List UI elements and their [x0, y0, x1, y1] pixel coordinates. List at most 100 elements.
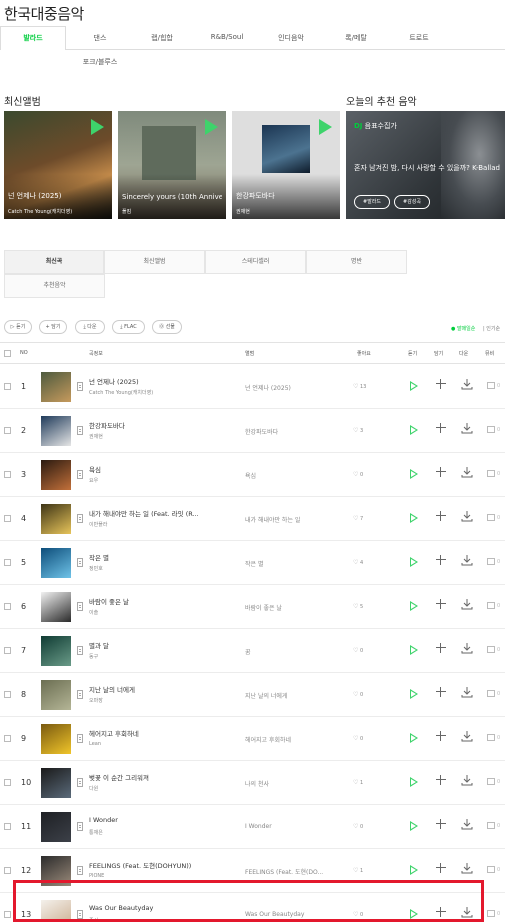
play-icon[interactable] — [319, 119, 332, 135]
download-icon[interactable] — [461, 554, 473, 566]
song-title[interactable]: FEELINGS (Feat. 도현(DOHYUN)) — [89, 860, 224, 870]
like-button[interactable]: ♡ 0 — [353, 471, 363, 478]
like-button[interactable]: ♡ 0 — [353, 735, 363, 742]
add-icon[interactable] — [436, 379, 446, 389]
add-icon[interactable] — [436, 643, 446, 653]
song-album[interactable]: 지난 날의 너에게 — [245, 691, 345, 700]
download-all-button[interactable]: ⤓ 다운 — [75, 320, 105, 334]
download-icon[interactable] — [461, 378, 473, 390]
play-icon[interactable] — [410, 821, 418, 831]
play-icon[interactable] — [410, 865, 418, 875]
song-artist[interactable]: Catch The Young(캐치더영) — [89, 389, 153, 396]
song-info-icon[interactable] — [77, 866, 83, 875]
album-card[interactable]: Sincerely yours (10th Anniver... 폴킴 — [118, 111, 226, 219]
add-icon[interactable] — [436, 863, 446, 873]
song-info-icon[interactable] — [77, 558, 83, 567]
song-artist[interactable]: 이반플라 — [89, 521, 107, 528]
row-checkbox[interactable] — [4, 911, 11, 918]
genre-tab-rnb[interactable]: R&B/Soul — [194, 33, 260, 41]
song-info-icon[interactable] — [77, 690, 83, 699]
download-icon[interactable] — [461, 774, 473, 786]
like-button[interactable]: ♡ 4 — [353, 559, 363, 566]
song-album-art[interactable] — [41, 416, 71, 446]
play-icon[interactable] — [410, 557, 418, 567]
like-button[interactable]: ♡ 3 — [353, 427, 363, 434]
song-info-icon[interactable] — [77, 602, 83, 611]
row-checkbox[interactable] — [4, 603, 11, 610]
mv-icon[interactable] — [487, 646, 495, 653]
song-info-icon[interactable] — [77, 734, 83, 743]
like-button[interactable]: ♡ 7 — [353, 515, 363, 522]
song-album[interactable]: 작은 별 — [245, 559, 345, 568]
song-title[interactable]: 별과 달 — [89, 640, 224, 650]
song-album-art[interactable] — [41, 460, 71, 490]
song-info-icon[interactable] — [77, 778, 83, 787]
song-title[interactable]: I Wonder — [89, 816, 224, 824]
mv-icon[interactable] — [487, 382, 495, 389]
song-artist[interactable]: 동구 — [89, 653, 98, 660]
mv-icon[interactable] — [487, 470, 495, 477]
row-checkbox[interactable] — [4, 471, 11, 478]
song-artist[interactable]: 요우 — [89, 477, 98, 484]
play-all-button[interactable]: ▷ 듣기 — [4, 320, 32, 334]
song-album-art[interactable] — [41, 812, 71, 842]
song-info-icon[interactable] — [77, 470, 83, 479]
play-icon[interactable] — [410, 733, 418, 743]
add-icon[interactable] — [436, 819, 446, 829]
play-icon[interactable] — [91, 119, 104, 135]
play-icon[interactable] — [410, 425, 418, 435]
recommend-card[interactable]: DJ 음표수집가 혼자 남겨진 밤, 다시 사랑할 수 있을까? K-Balla… — [346, 111, 505, 219]
add-icon[interactable] — [436, 599, 446, 609]
sub-tab-recommend[interactable]: 추천음악 — [4, 274, 105, 298]
song-album[interactable]: 한강파도바다 — [245, 427, 345, 436]
song-artist[interactable]: Lean — [89, 741, 101, 747]
row-checkbox[interactable] — [4, 779, 11, 786]
mv-icon[interactable] — [487, 778, 495, 785]
song-album[interactable]: 바람이 좋은 날 — [245, 603, 345, 612]
play-icon[interactable] — [205, 119, 218, 135]
song-title[interactable]: 지난 날의 너에게 — [89, 684, 224, 694]
album-card[interactable]: 넌 언제나 (2025) Catch The Young(캐치더영) — [4, 111, 112, 219]
song-album-art[interactable] — [41, 372, 71, 402]
download-icon[interactable] — [461, 818, 473, 830]
select-all-checkbox[interactable] — [4, 350, 11, 357]
add-icon[interactable] — [436, 731, 446, 741]
song-title[interactable]: 작은 별 — [89, 552, 224, 562]
like-button[interactable]: ♡ 1 — [353, 779, 363, 786]
row-checkbox[interactable] — [4, 559, 11, 566]
genre-tab-indie[interactable]: 인디음악 — [258, 33, 324, 43]
song-album[interactable]: 꿈 — [245, 647, 345, 656]
mv-icon[interactable] — [487, 514, 495, 521]
like-button[interactable]: ♡ 1 — [353, 867, 363, 874]
mv-icon[interactable] — [487, 866, 495, 873]
song-artist[interactable]: PIONE — [89, 873, 104, 879]
add-icon[interactable] — [436, 423, 446, 433]
genre-tab-rock[interactable]: 록/메탈 — [323, 33, 389, 43]
song-artist[interactable]: 권재현 — [89, 433, 103, 440]
chip-ballad[interactable]: #발라드 — [354, 195, 390, 209]
add-icon[interactable] — [436, 775, 446, 785]
mv-icon[interactable] — [487, 602, 495, 609]
download-icon[interactable] — [461, 422, 473, 434]
play-icon[interactable] — [410, 469, 418, 479]
song-album-art[interactable] — [41, 592, 71, 622]
play-icon[interactable] — [410, 777, 418, 787]
like-button[interactable]: ♡ 5 — [353, 603, 363, 610]
song-title[interactable]: 바람이 좋은 날 — [89, 596, 224, 606]
download-icon[interactable] — [461, 686, 473, 698]
row-checkbox[interactable] — [4, 823, 11, 830]
song-album-art[interactable] — [41, 548, 71, 578]
sub-tab-classic[interactable]: 명반 — [306, 250, 407, 274]
song-album-art[interactable] — [41, 504, 71, 534]
row-checkbox[interactable] — [4, 691, 11, 698]
download-icon[interactable] — [461, 730, 473, 742]
genre-tab-trot[interactable]: 트로트 — [386, 33, 452, 43]
genre-tab-dance[interactable]: 댄스 — [67, 33, 133, 43]
download-icon[interactable] — [461, 642, 473, 654]
add-all-button[interactable]: + 담기 — [39, 320, 67, 334]
download-icon[interactable] — [461, 862, 473, 874]
genre-tab-folk[interactable]: 포크/블루스 — [67, 57, 133, 67]
like-button[interactable]: ♡ 0 — [353, 647, 363, 654]
row-checkbox[interactable] — [4, 647, 11, 654]
genre-tab-ballad[interactable]: 발라드 — [0, 33, 66, 43]
